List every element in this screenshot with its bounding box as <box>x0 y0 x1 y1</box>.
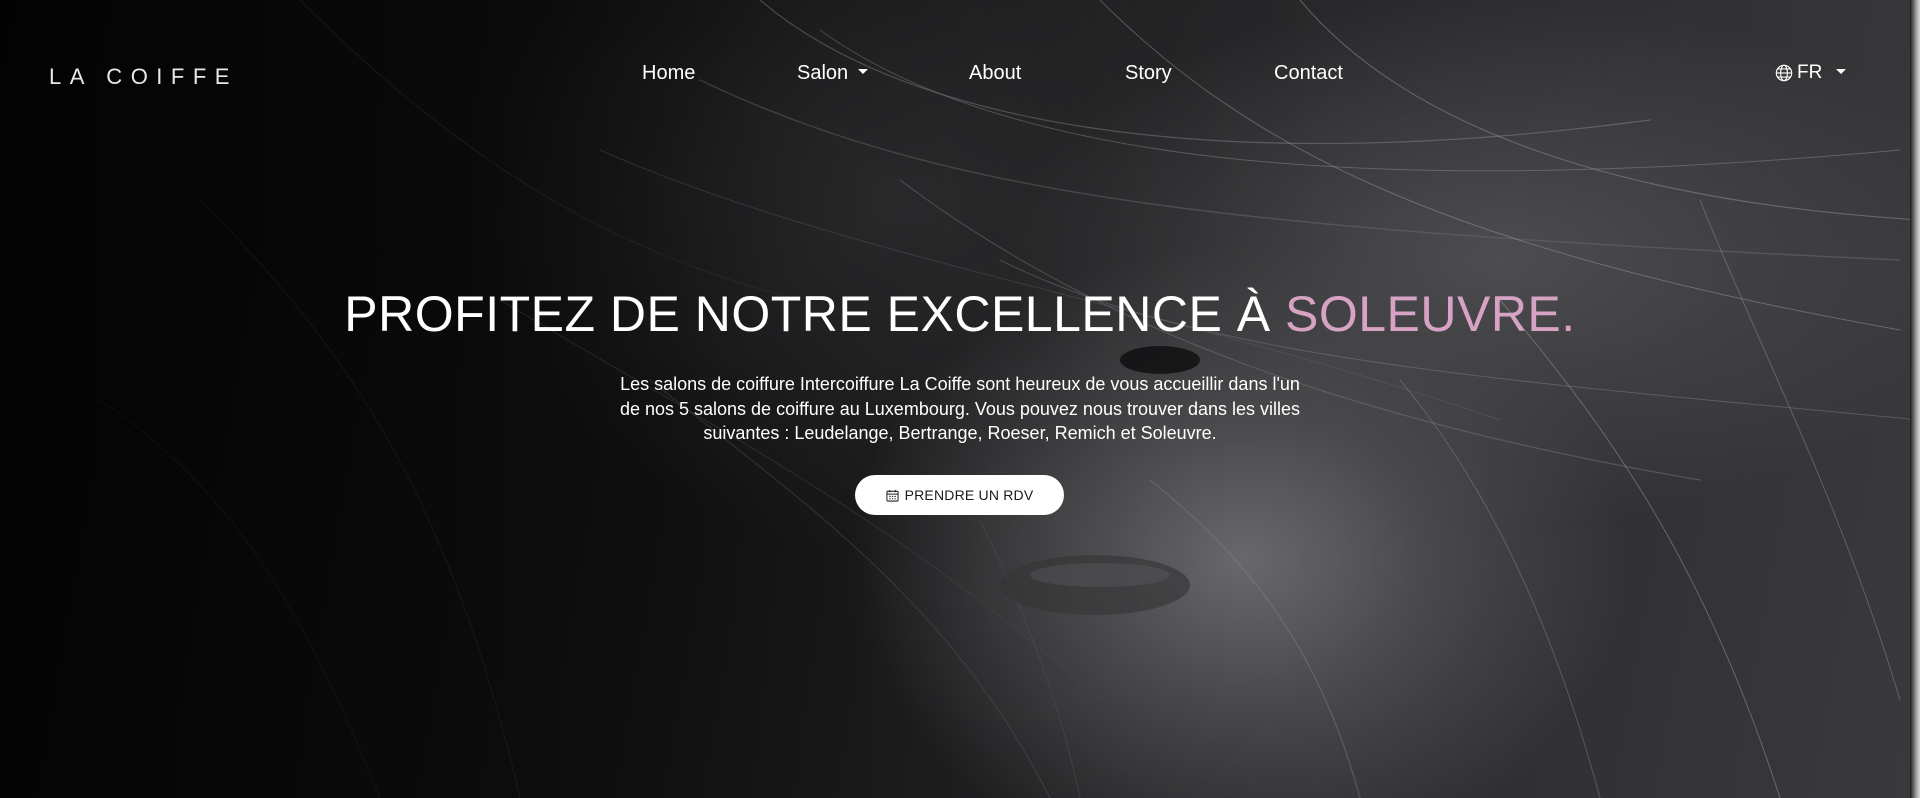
language-label: FR <box>1797 62 1823 83</box>
nav-link-about[interactable]: About <box>969 62 1021 85</box>
nav-link-contact[interactable]: Contact <box>1274 62 1343 85</box>
nav-link-story[interactable]: Story <box>1125 62 1172 85</box>
globe-icon <box>1775 64 1793 82</box>
nav-label-salon: Salon <box>797 62 849 84</box>
hero-headline: PROFITEZ DE NOTRE EXCELLENCE À SOLEUVRE. <box>0 285 1920 343</box>
book-appointment-button[interactable]: PRENDRE UN RDV <box>855 475 1064 515</box>
headline-accent: SOLEUVRE. <box>1284 286 1576 342</box>
hero-section: LA COIFFE Home Salon About Story Contact… <box>0 0 1920 798</box>
main-navigation: Home Salon About Story Contact FR <box>0 62 1920 90</box>
chevron-down-icon <box>1836 68 1847 74</box>
hero-intro-text: Les salons de coiffure Intercoiffure La … <box>619 374 1301 443</box>
scrollbar[interactable] <box>1910 0 1920 798</box>
language-selector[interactable]: FR <box>1775 62 1847 84</box>
calendar-icon <box>885 489 899 502</box>
nav-link-home[interactable]: Home <box>642 62 695 85</box>
nav-dropdown-salon[interactable]: Salon <box>797 62 869 85</box>
headline-main: PROFITEZ DE NOTRE EXCELLENCE À <box>344 286 1285 342</box>
book-appointment-label: PRENDRE UN RDV <box>904 487 1034 503</box>
chevron-down-icon <box>858 69 869 75</box>
